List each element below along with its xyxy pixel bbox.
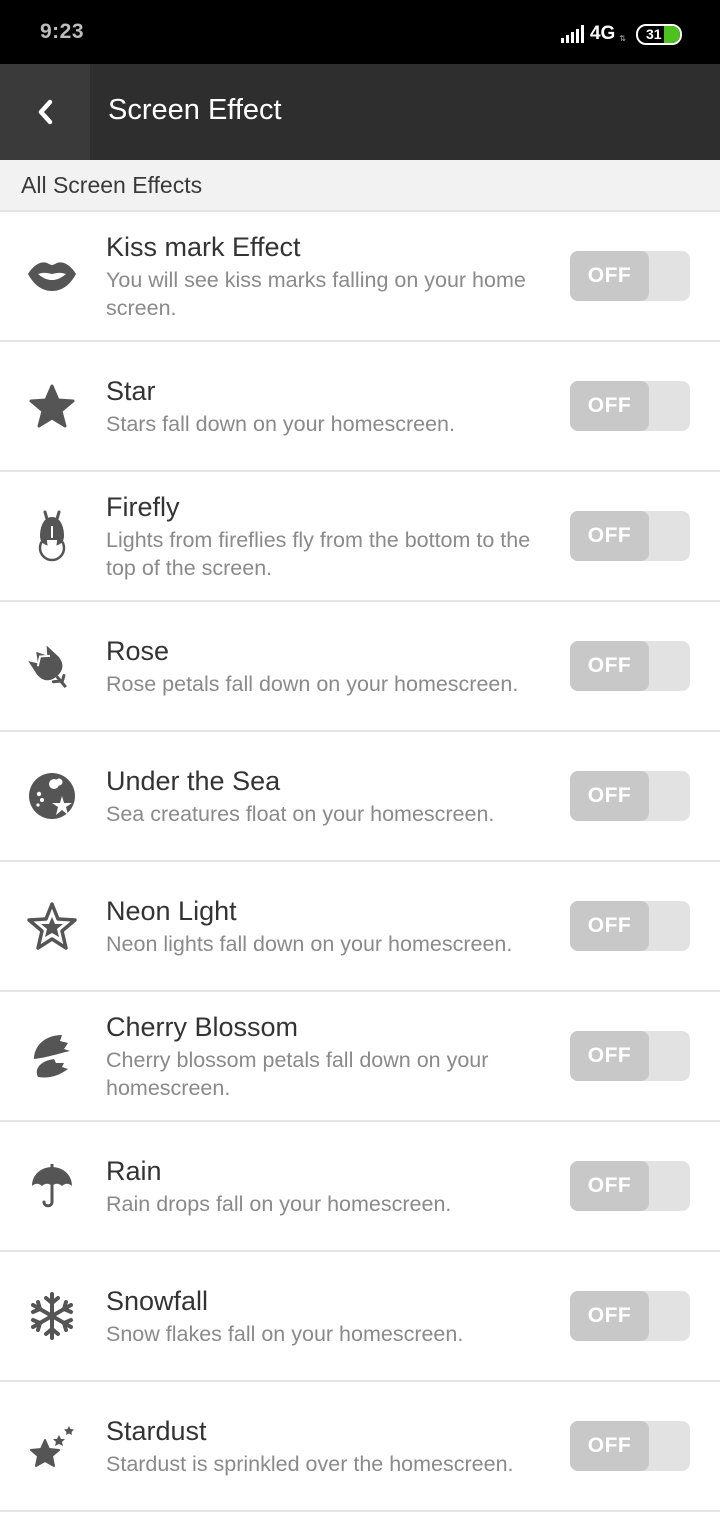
umbrella-icon — [24, 1158, 80, 1214]
list-item: Star Stars fall down on your homescreen.… — [0, 342, 720, 472]
section-header: All Screen Effects — [0, 160, 720, 212]
effect-description: Stardust is sprinkled over the homescree… — [106, 1452, 514, 1476]
app-bar: Screen Effect — [0, 64, 720, 160]
toggle-label: OFF — [587, 524, 632, 547]
effect-description: Sea creatures float on your homescreen. — [106, 802, 495, 826]
effect-title: Firefly — [106, 492, 180, 522]
battery-icon: 31 — [636, 23, 682, 45]
status-bar: 9:23 4G ⇅ 31 — [0, 0, 720, 64]
list-item: Stardust Stardust is sprinkled over the … — [0, 1382, 720, 1512]
battery-level: 31 — [646, 26, 662, 42]
effect-title: Rose — [106, 636, 170, 666]
effect-title: Snowfall — [106, 1286, 209, 1316]
toggle-label: OFF — [587, 914, 632, 937]
toggle-label: OFF — [587, 1044, 632, 1067]
star-icon — [24, 378, 80, 434]
neon-light-toggle[interactable]: OFF — [570, 901, 690, 951]
effect-title: Star — [106, 376, 156, 406]
toggle-label: OFF — [587, 394, 632, 417]
toggle-label: OFF — [587, 784, 632, 807]
list-item: Cherry Blossom Cherry blossom petals fal… — [0, 992, 720, 1122]
battery-fill — [664, 25, 680, 43]
star-toggle[interactable]: OFF — [570, 381, 690, 431]
status-time: 9:23 — [40, 20, 85, 43]
toggle-label: OFF — [587, 1304, 632, 1327]
stardust-icon — [24, 1418, 80, 1474]
list-item: Under the Sea Sea creatures float on you… — [0, 732, 720, 862]
snowfall-toggle[interactable]: OFF — [570, 1291, 690, 1341]
firefly-icon — [24, 508, 80, 564]
lips-icon — [24, 248, 80, 304]
toggle-label: OFF — [587, 1174, 632, 1197]
cherry-blossom-icon — [24, 1028, 80, 1084]
effect-title: Neon Light — [106, 896, 237, 926]
section-title: All Screen Effects — [21, 172, 203, 198]
cherry-blossom-toggle[interactable]: OFF — [570, 1031, 690, 1081]
effect-description: Cherry blossom petals fall down on your … — [106, 1048, 489, 1100]
list-item: Rose Rose petals fall down on your homes… — [0, 602, 720, 732]
chevron-left-icon — [38, 99, 53, 125]
snowflake-icon — [24, 1288, 80, 1344]
neon-star-icon — [24, 898, 80, 954]
effect-description: Rose petals fall down on your homescreen… — [106, 672, 519, 696]
network-type: 4G — [589, 23, 616, 44]
effect-description: Lights from fireflies fly from the botto… — [106, 528, 531, 580]
under-the-sea-toggle[interactable]: OFF — [570, 771, 690, 821]
back-button[interactable] — [0, 64, 90, 160]
effect-description: Rain drops fall on your homescreen. — [106, 1192, 452, 1216]
effect-title: Under the Sea — [106, 766, 281, 796]
signal-icon — [560, 25, 584, 43]
effect-title: Kiss mark Effect — [106, 232, 301, 262]
toggle-label: OFF — [587, 654, 632, 677]
data-activity-icon: ⇅ — [619, 33, 626, 43]
kiss-mark-toggle[interactable]: OFF — [570, 251, 690, 301]
status-icons: 4G ⇅ 31 — [560, 20, 682, 48]
page-title: Screen Effect — [108, 94, 282, 126]
effect-description: You will see kiss marks falling on your … — [106, 268, 526, 320]
toggle-label: OFF — [587, 264, 632, 287]
effect-title: Rain — [106, 1156, 162, 1186]
rain-toggle[interactable]: OFF — [570, 1161, 690, 1211]
stardust-toggle[interactable]: OFF — [570, 1421, 690, 1471]
list-item: Snowfall Snow flakes fall on your homesc… — [0, 1252, 720, 1382]
effect-description: Neon lights fall down on your homescreen… — [106, 932, 513, 956]
list-item: Neon Light Neon lights fall down on your… — [0, 862, 720, 992]
toggle-label: OFF — [587, 1434, 632, 1457]
firefly-toggle[interactable]: OFF — [570, 511, 690, 561]
list-item: Rain Rain drops fall on your homescreen.… — [0, 1122, 720, 1252]
effects-list: Kiss mark Effect You will see kiss marks… — [0, 212, 720, 1512]
list-item: Kiss mark Effect You will see kiss marks… — [0, 212, 720, 342]
effect-description: Snow flakes fall on your homescreen. — [106, 1322, 464, 1346]
sea-globe-icon — [24, 768, 80, 824]
effect-title: Cherry Blossom — [106, 1012, 299, 1042]
effect-description: Stars fall down on your homescreen. — [106, 412, 455, 436]
rose-icon — [24, 638, 80, 694]
list-item: Firefly Lights from fireflies fly from t… — [0, 472, 720, 602]
rose-toggle[interactable]: OFF — [570, 641, 690, 691]
effect-title: Stardust — [106, 1416, 207, 1446]
